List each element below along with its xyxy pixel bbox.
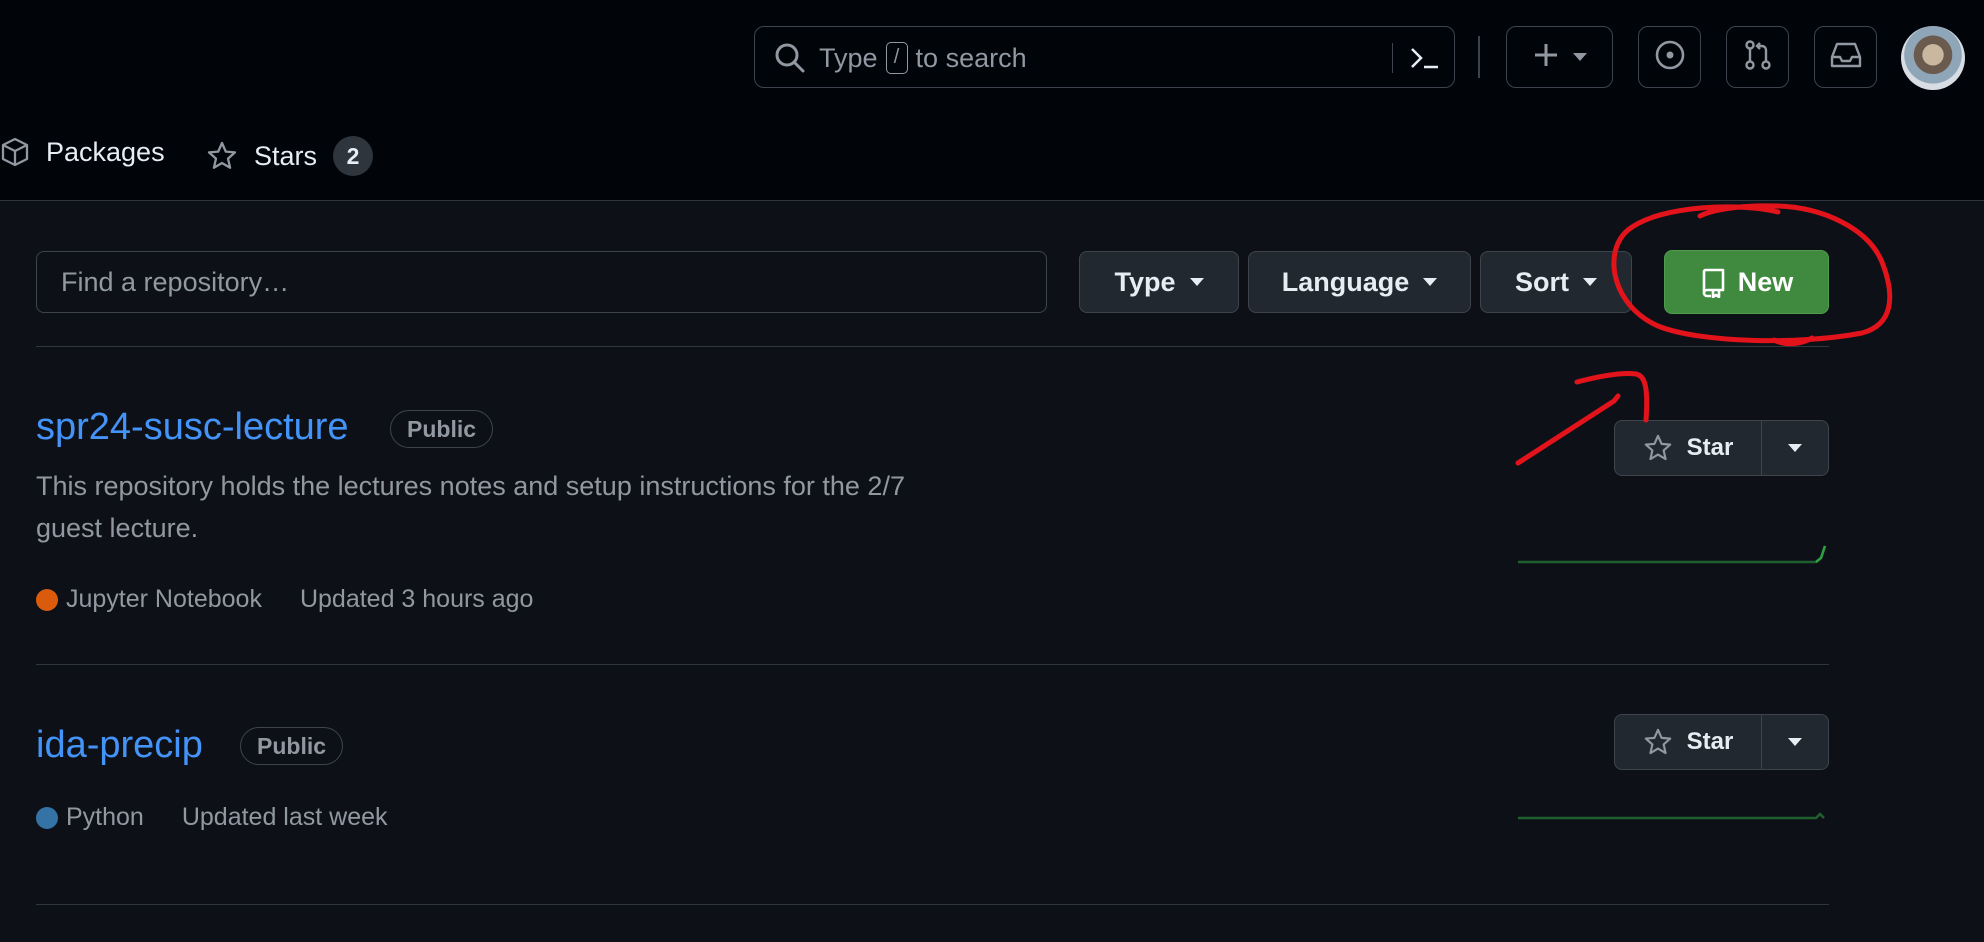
sort-filter-label: Sort xyxy=(1515,266,1569,297)
nav-tab-stars-label: Stars xyxy=(254,140,318,171)
search-divider xyxy=(1392,43,1393,73)
package-icon xyxy=(0,136,30,168)
new-repository-button[interactable]: New xyxy=(1664,250,1829,314)
star-icon xyxy=(1643,433,1673,463)
repo-icon xyxy=(1700,266,1726,298)
create-new-button[interactable] xyxy=(1506,26,1613,88)
visibility-badge: Public xyxy=(240,727,344,765)
repo-language: Jupyter Notebook xyxy=(66,585,262,613)
nav-tab-stars[interactable]: Stars 2 xyxy=(206,136,374,176)
nav-tab-packages-label: Packages xyxy=(46,136,165,167)
issues-button[interactable] xyxy=(1638,26,1701,88)
type-filter-button[interactable]: Type xyxy=(1079,251,1239,313)
star-icon xyxy=(206,140,238,172)
star-button-label: Star xyxy=(1686,728,1734,755)
avatar[interactable] xyxy=(1901,26,1965,90)
command-palette-icon[interactable] xyxy=(1407,43,1443,80)
repo-language: Python xyxy=(66,803,144,831)
nav-tab-packages[interactable]: Packages xyxy=(0,136,165,168)
star-lists-dropdown[interactable] xyxy=(1762,421,1828,475)
issues-icon xyxy=(1654,39,1686,76)
repo-description-line: This repository holds the lectures notes… xyxy=(36,471,905,501)
star-button[interactable]: Star xyxy=(1615,715,1762,769)
plus-icon xyxy=(1533,42,1559,73)
language-filter-button[interactable]: Language xyxy=(1248,251,1471,313)
activity-sparkline xyxy=(1518,812,1825,820)
search-shortcut-key: / xyxy=(885,42,908,74)
repo-updated: Updated 3 hours ago xyxy=(299,585,534,613)
star-button[interactable]: Star xyxy=(1615,421,1762,475)
chevron-down-icon xyxy=(1423,278,1438,286)
language-filter-label: Language xyxy=(1281,266,1410,297)
top-header: Type / to search Packages Stars 2 xyxy=(0,0,1984,201)
type-filter-label: Type xyxy=(1114,266,1176,297)
divider xyxy=(36,346,1829,347)
repo-updated: Updated last week xyxy=(181,803,388,831)
chevron-down-icon xyxy=(1189,278,1204,286)
sort-filter-button[interactable]: Sort xyxy=(1480,251,1632,313)
inbox-button[interactable] xyxy=(1814,26,1877,88)
chevron-down-icon xyxy=(1583,278,1597,286)
search-placeholder: Type / to search xyxy=(819,42,1027,74)
pull-requests-icon xyxy=(1742,39,1774,76)
language-color-dot xyxy=(36,806,58,829)
chevron-down-icon xyxy=(1572,53,1587,61)
inbox-icon xyxy=(1829,40,1863,75)
find-repository-input[interactable] xyxy=(36,251,1047,313)
star-icon xyxy=(1643,727,1673,757)
divider xyxy=(36,904,1829,905)
search-prefix: Type xyxy=(819,42,878,73)
new-repository-label: New xyxy=(1737,266,1794,297)
star-button-group: Star xyxy=(1614,420,1829,476)
repo-link[interactable]: spr24-susc-lecture xyxy=(36,406,349,449)
repo-link[interactable]: ida-precip xyxy=(36,724,203,767)
search-icon xyxy=(773,41,807,82)
pull-requests-button[interactable] xyxy=(1726,26,1789,88)
search-suffix: to search xyxy=(915,42,1027,73)
language-color-dot xyxy=(36,588,58,611)
search-input[interactable]: Type / to search xyxy=(754,26,1455,88)
chevron-down-icon xyxy=(1788,444,1802,452)
star-button-group: Star xyxy=(1614,714,1829,770)
repo-description-line: guest lecture. xyxy=(36,513,199,543)
stars-count-badge: 2 xyxy=(333,136,374,176)
repo-meta: Python Updated last week xyxy=(36,803,388,832)
star-lists-dropdown[interactable] xyxy=(1762,715,1828,769)
header-divider xyxy=(1478,36,1480,78)
visibility-badge: Public xyxy=(390,410,494,448)
repo-meta: Jupyter Notebook Updated 3 hours ago xyxy=(36,585,533,614)
repo-description: This repository holds the lectures notes… xyxy=(36,465,996,549)
star-button-label: Star xyxy=(1686,434,1734,461)
chevron-down-icon xyxy=(1788,738,1802,746)
divider xyxy=(36,664,1829,665)
activity-sparkline xyxy=(1518,545,1827,564)
